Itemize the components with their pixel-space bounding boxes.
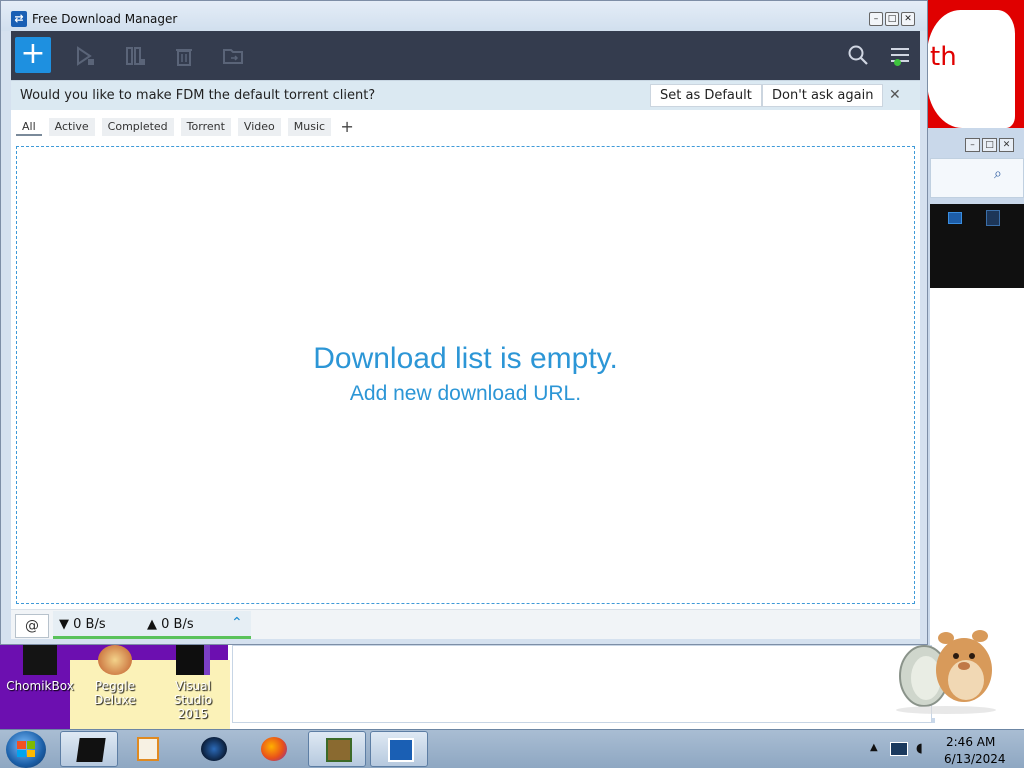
empty-list-title: Download list is empty. xyxy=(313,342,618,375)
add-filter-button[interactable]: + xyxy=(338,118,356,136)
drop-zone[interactable]: Download list is empty. Add new download… xyxy=(16,146,915,604)
bg-minimize-button[interactable]: – xyxy=(965,138,980,152)
tab-completed[interactable]: Completed xyxy=(101,118,174,136)
chomikbox-icon xyxy=(76,738,106,762)
app-tile-icon xyxy=(948,212,962,224)
speed-limit-snail-icon[interactable]: @ xyxy=(15,614,49,638)
app-tile-icon xyxy=(986,210,1000,226)
download-speed: ▼ 0 B/s xyxy=(59,617,106,632)
box-game-icon xyxy=(326,738,352,762)
maximize-button[interactable]: □ xyxy=(885,12,899,26)
close-notification-icon[interactable]: ✕ xyxy=(889,87,901,103)
tab-music[interactable]: Music xyxy=(287,118,332,136)
notification-bar: Would you like to make FDM the default t… xyxy=(11,80,920,110)
search-icon[interactable]: ⌕ xyxy=(994,166,1002,182)
windows-logo-icon xyxy=(17,741,35,757)
clock-time[interactable]: 2:46 AM xyxy=(946,735,995,749)
folder-icon[interactable] xyxy=(222,45,244,67)
window-controls: – □ ✕ xyxy=(869,12,915,26)
taskbar-button-steam[interactable] xyxy=(184,731,242,767)
upload-speed: ▲ 0 B/s xyxy=(147,617,194,632)
taskbar-button-chomikbox[interactable] xyxy=(60,731,118,767)
network-icon[interactable] xyxy=(890,742,908,756)
desktop-icon-label: ChomikBox xyxy=(6,679,74,693)
desktop-icon-label: Visual Studio 2015 xyxy=(173,679,213,721)
media-player-icon xyxy=(137,737,159,761)
tab-video[interactable]: Video xyxy=(237,118,281,136)
desktop-icon-chomikbox[interactable]: ChomikBox xyxy=(5,645,75,693)
fdm-window[interactable]: ⇄ Free Download Manager – □ ✕ + Would yo… xyxy=(0,0,928,645)
window-title: Free Download Manager xyxy=(32,12,178,26)
peggle-icon xyxy=(98,645,132,675)
tab-torrent[interactable]: Torrent xyxy=(180,118,231,136)
taskbar-button-box[interactable] xyxy=(308,731,366,767)
set-as-default-button[interactable]: Set as Default xyxy=(650,84,762,107)
close-button[interactable]: ✕ xyxy=(901,12,915,26)
status-bar: @ ▼ 0 B/s ▲ 0 B/s ⌃ xyxy=(11,609,920,639)
tab-active[interactable]: Active xyxy=(48,118,95,136)
pause-icon[interactable] xyxy=(124,45,146,67)
taskbar-button-firefox[interactable] xyxy=(244,731,302,767)
visual-studio-icon xyxy=(176,645,210,675)
trash-icon[interactable] xyxy=(173,45,195,67)
filter-tabs: All Active Completed Torrent Video Music… xyxy=(16,118,356,136)
start-button[interactable] xyxy=(6,731,46,768)
dont-ask-again-button[interactable]: Don't ask again xyxy=(762,84,884,107)
taskbar: ▲ ◖ 2:46 AM 6/13/2024 xyxy=(0,729,1024,768)
add-download-url-link[interactable]: Add new download URL. xyxy=(17,382,914,406)
background-window-controls: – □ ✕ xyxy=(965,138,1014,152)
background-window-search[interactable] xyxy=(930,158,1024,198)
update-status-dot xyxy=(894,59,901,66)
notification-message: Would you like to make FDM the default t… xyxy=(20,88,376,103)
background-window-thumbnail xyxy=(930,204,1024,288)
volume-icon[interactable]: ◖ xyxy=(916,741,930,757)
chevron-up-icon[interactable]: ⌃ xyxy=(231,615,243,631)
clock-date[interactable]: 6/13/2024 xyxy=(944,752,1006,766)
main-toolbar: + xyxy=(11,31,920,80)
minimize-button[interactable]: – xyxy=(869,12,883,26)
search-icon[interactable] xyxy=(847,44,869,66)
desktop-icon-visual-studio[interactable]: Visual Studio 2015 xyxy=(158,645,228,721)
chomikbox-icon xyxy=(23,645,57,675)
fdm-app-icon: ⇄ xyxy=(11,11,27,27)
system-tray: ▲ ◖ 2:46 AM 6/13/2024 xyxy=(864,731,1024,768)
bg-close-button[interactable]: ✕ xyxy=(999,138,1014,152)
speed-indicator[interactable]: ▼ 0 B/s ▲ 0 B/s ⌃ xyxy=(53,611,251,639)
add-download-button[interactable]: + xyxy=(15,37,51,73)
desktop-icon-peggle[interactable]: Peggle Deluxe xyxy=(80,645,150,707)
show-hidden-icons-icon[interactable]: ▲ xyxy=(870,742,878,753)
desktop-wallpaper-text: th xyxy=(930,42,957,72)
taskbar-button-fdm[interactable] xyxy=(370,731,428,767)
steam-icon xyxy=(201,737,227,761)
firefox-icon xyxy=(261,737,287,761)
fdm-app-icon xyxy=(388,738,414,762)
taskbar-button-media-player[interactable] xyxy=(120,731,178,767)
background-window-lower xyxy=(232,645,932,723)
bg-maximize-button[interactable]: □ xyxy=(982,138,997,152)
desktop-icon-label: Peggle Deluxe xyxy=(94,679,136,707)
title-bar[interactable]: ⇄ Free Download Manager – □ ✕ xyxy=(1,1,927,31)
download-list-area: All Active Completed Torrent Video Music… xyxy=(11,110,920,609)
play-icon[interactable] xyxy=(74,45,96,67)
tab-all[interactable]: All xyxy=(16,118,42,136)
